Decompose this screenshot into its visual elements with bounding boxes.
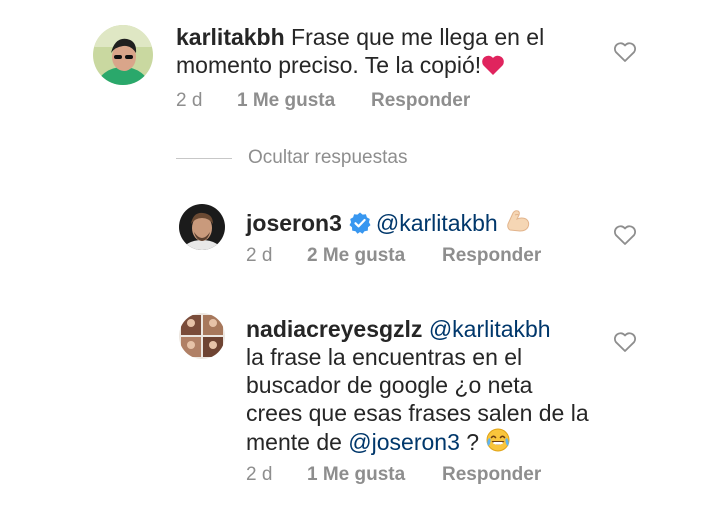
reply-button[interactable]: Responder xyxy=(442,245,541,267)
mention-link[interactable]: @joseron3 xyxy=(348,429,460,455)
like-heart-icon[interactable] xyxy=(613,41,637,63)
reply-text-line5-prefix: mente de xyxy=(246,429,349,455)
verified-badge-icon xyxy=(348,211,372,235)
comment-meta: 2 d 1 Me gusta Responder xyxy=(176,90,506,112)
hide-replies-divider xyxy=(176,158,232,159)
username[interactable]: nadiacreyesgzlz xyxy=(246,316,422,342)
avatar-nadiacreyesgzlz-image xyxy=(179,313,225,359)
reply-meta: 2 d 2 Me gusta Responder xyxy=(246,245,576,267)
red-heart-emoji-icon xyxy=(481,54,505,82)
like-heart-icon[interactable] xyxy=(613,224,637,246)
reply-button[interactable]: Responder xyxy=(442,464,541,486)
flexed-biceps-emoji-icon xyxy=(504,206,532,240)
avatar[interactable] xyxy=(179,204,225,250)
mention-link[interactable]: @karlitakbh xyxy=(429,316,551,342)
reply-text-line2: la frase la encuentras en el xyxy=(246,344,523,370)
avatar-joseron3-image xyxy=(179,204,225,250)
likes-count-button[interactable]: 1 Me gusta xyxy=(237,90,335,112)
avatar[interactable] xyxy=(93,25,153,85)
reply-meta: 2 d 1 Me gusta Responder xyxy=(246,464,576,486)
mention-link[interactable]: @karlitakbh xyxy=(376,210,498,236)
reply-button[interactable]: Responder xyxy=(371,90,470,112)
reply-text: joseron3 @karlitakbh xyxy=(246,206,606,240)
tears-of-joy-emoji-icon xyxy=(485,427,511,459)
like-heart-icon[interactable] xyxy=(613,331,637,353)
reply-text: nadiacreyesgzlz @karlitakbh la frase la … xyxy=(246,315,626,459)
avatar-karlitakbh-image xyxy=(93,25,153,85)
username[interactable]: joseron3 xyxy=(246,210,342,236)
comment-text-line2: momento preciso. Te la copió! xyxy=(176,52,482,78)
likes-count-button[interactable]: 2 Me gusta xyxy=(307,245,405,267)
username[interactable]: karlitakbh xyxy=(176,24,285,50)
comment-text-line1: Frase que me llega en el xyxy=(291,24,545,50)
reply-text-line3: buscador de google ¿o neta xyxy=(246,372,533,398)
avatar[interactable] xyxy=(179,313,225,359)
reply-text-line4: crees que esas frases salen de la xyxy=(246,400,589,426)
reply-time: 2 d xyxy=(246,245,273,266)
reply-time: 2 d xyxy=(246,464,273,485)
likes-count-button[interactable]: 1 Me gusta xyxy=(307,464,405,486)
comment-text: karlitakbh Frase que me llega en el mome… xyxy=(176,23,556,82)
hide-replies-label[interactable]: Ocultar respuestas xyxy=(248,147,407,169)
reply-text-line5-suffix: ? xyxy=(459,429,480,455)
comment-time: 2 d xyxy=(176,90,203,111)
